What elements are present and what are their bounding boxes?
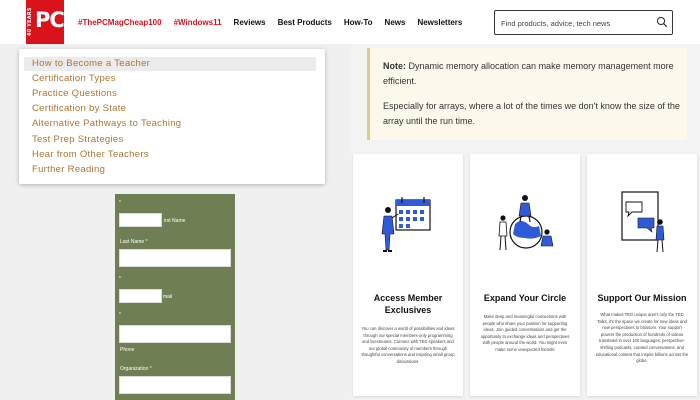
- search-input[interactable]: [499, 15, 653, 31]
- note-callout: Note: Dynamic memory allocation can make…: [367, 48, 687, 140]
- toc-item[interactable]: Certification by State: [24, 102, 316, 116]
- phone-label: Phone: [120, 347, 135, 353]
- nav-item-best-products[interactable]: Best Products: [278, 17, 332, 29]
- last-name-label: Last Name *: [120, 239, 148, 245]
- member-card: Access Member Exclusives You can discove…: [353, 154, 463, 396]
- main-nav: #ThePCMagCheap100 #Windows11 Reviews Bes…: [78, 17, 462, 29]
- first-name-label: irst Name: [164, 218, 186, 224]
- toc-item[interactable]: Alternative Pathways to Teaching: [24, 117, 316, 131]
- email-label: mail: [163, 294, 173, 300]
- toc-item[interactable]: Hear from Other Teachers: [24, 148, 316, 162]
- toc-item[interactable]: Further Reading: [24, 163, 316, 177]
- last-name-field[interactable]: [119, 249, 231, 267]
- globe-people-icon: [498, 195, 554, 251]
- card-description: You can discover a world of possibilitie…: [361, 326, 455, 364]
- note-label: Note:: [383, 61, 406, 71]
- card-title: Access Member Exclusives: [373, 293, 443, 315]
- nav-item-reviews[interactable]: Reviews: [234, 17, 266, 29]
- nav-item-how-to[interactable]: How-To: [344, 17, 373, 29]
- member-card: Expand Your Circle Make deep and meaning…: [470, 154, 580, 396]
- toc-item[interactable]: Practice Questions: [24, 87, 316, 101]
- organization-field[interactable]: [119, 376, 231, 394]
- top-navigation-bar: 40 YEARS PC #ThePCMagCheap100 #Windows11…: [0, 0, 700, 45]
- nav-item-newsletters[interactable]: Newsletters: [417, 17, 462, 29]
- card-description: What makes TED unique aren't only the TE…: [595, 312, 689, 364]
- toc-item[interactable]: Certification Types: [24, 72, 316, 86]
- table-of-contents: How to Become a Teacher Certification Ty…: [19, 49, 325, 184]
- phone-field[interactable]: [119, 325, 231, 343]
- pcmag-logo[interactable]: 40 YEARS PC: [26, 0, 65, 44]
- nav-item-news[interactable]: News: [385, 17, 406, 29]
- required-mark: *: [119, 200, 121, 206]
- member-card: Support Our Mission What makes TED uniqu…: [587, 154, 697, 396]
- nav-item-cheap100[interactable]: #ThePCMagCheap100: [78, 17, 162, 29]
- calendar-person-icon: [381, 197, 431, 252]
- signup-form: * irst Name Last Name * * mail * Phone O…: [115, 194, 235, 400]
- required-mark: *: [119, 312, 121, 318]
- speech-bubbles-icon: [621, 191, 665, 253]
- search-box: [494, 10, 673, 35]
- card-description: Make deep and meaningful connections wit…: [480, 314, 570, 352]
- email-field[interactable]: [119, 289, 162, 303]
- logo-years: 40 YEARS: [27, 7, 33, 37]
- toc-item[interactable]: Test Prep Strategies: [24, 133, 316, 147]
- note-paragraph: Especially for arrays, where a lot of th…: [383, 101, 680, 126]
- search-icon[interactable]: [656, 16, 668, 28]
- first-name-field[interactable]: [119, 213, 162, 227]
- toc-item[interactable]: How to Become a Teacher: [24, 57, 316, 71]
- organization-label: Organization *: [120, 366, 152, 372]
- note-text: Note: Dynamic memory allocation can make…: [383, 61, 674, 86]
- required-mark: *: [119, 276, 121, 282]
- nav-item-windows11[interactable]: #Windows11: [174, 17, 222, 29]
- card-title: Expand Your Circle: [483, 293, 567, 303]
- card-title: Support Our Mission: [597, 293, 687, 303]
- logo-text: PC: [35, 8, 65, 32]
